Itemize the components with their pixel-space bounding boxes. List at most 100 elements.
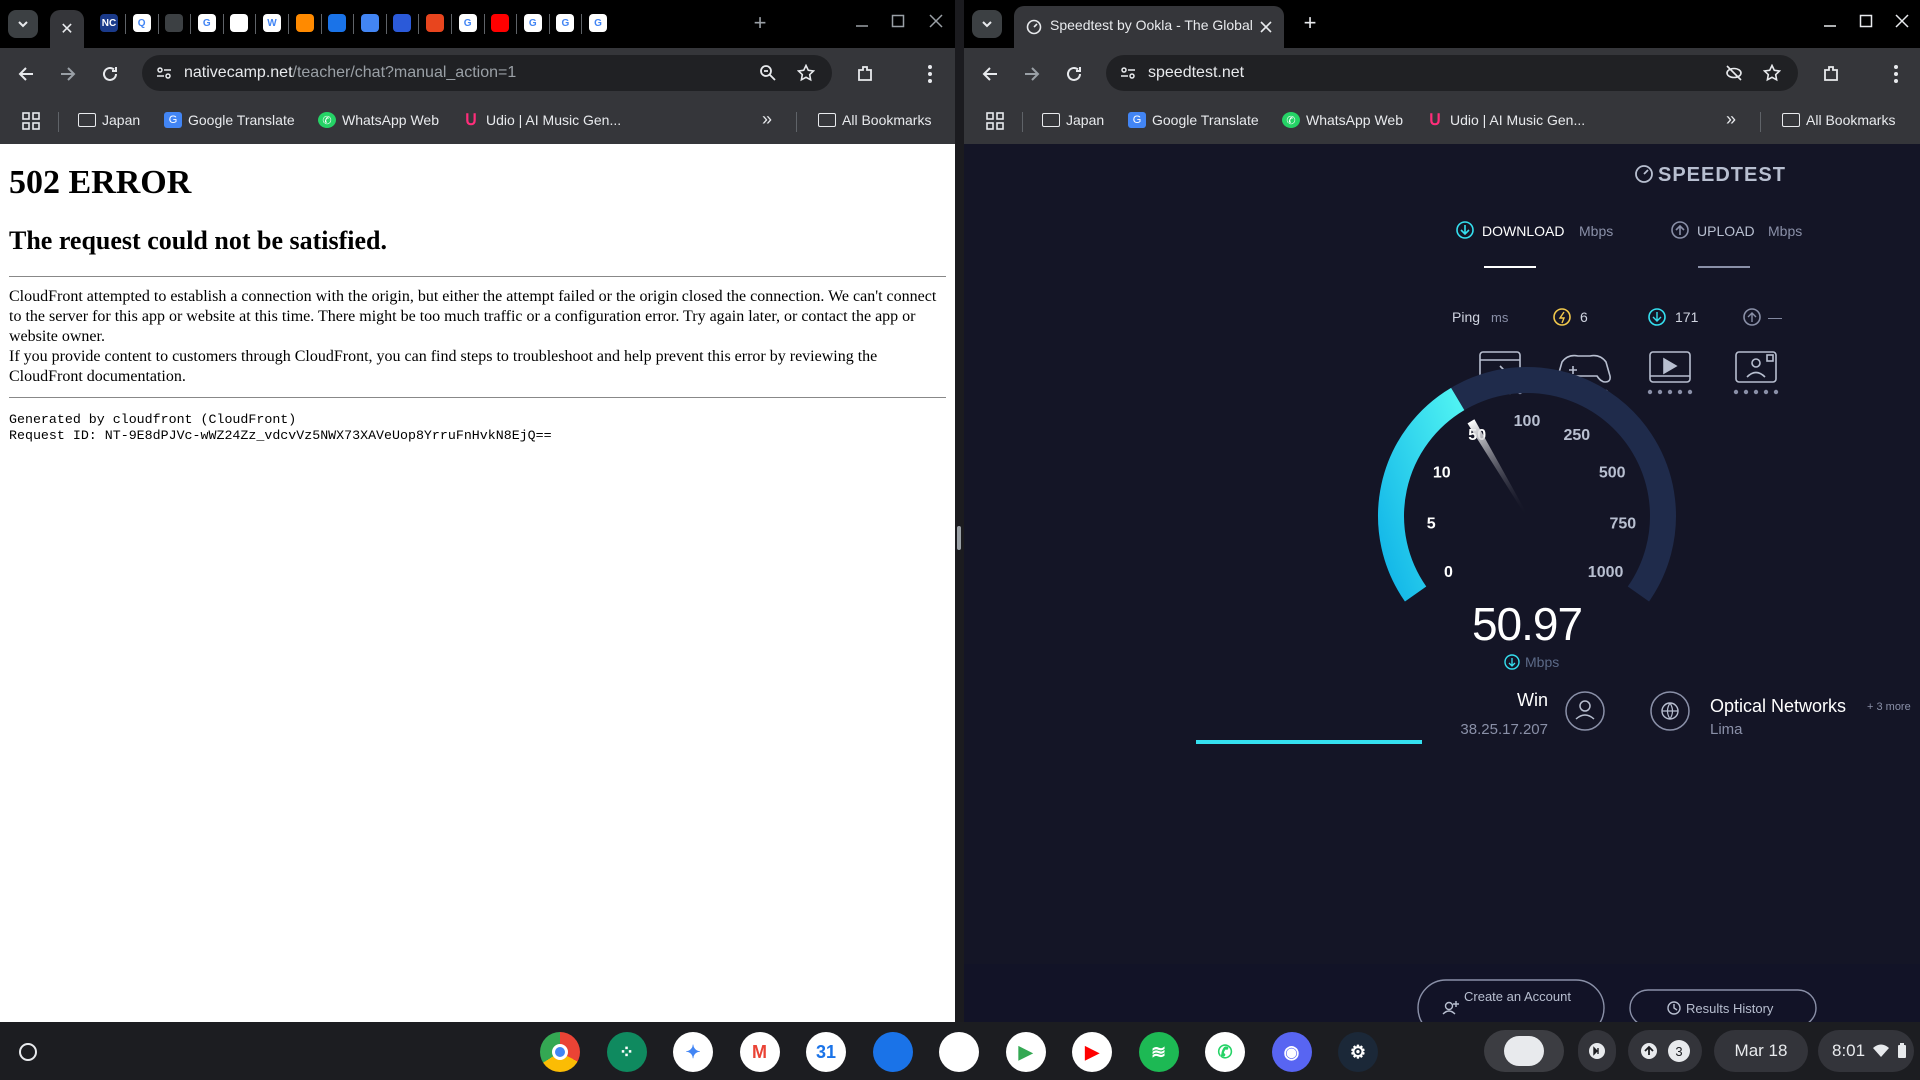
discord-app-icon[interactable]: ◉ (1271, 1032, 1312, 1072)
server-more[interactable]: + 3 more (1867, 701, 1911, 713)
close-icon[interactable] (1260, 21, 1272, 33)
tab-stack[interactable] (294, 12, 316, 34)
drag-handle[interactable] (957, 526, 961, 550)
apps-grid-icon (22, 112, 40, 130)
bookmark-udio[interactable]: ᑌ Udio | AI Music Gen... (1426, 112, 1585, 129)
tab-google-4[interactable]: G (554, 12, 576, 34)
gmail-app-icon[interactable]: M (739, 1032, 780, 1072)
whatsapp-app-icon[interactable]: ✆ (1205, 1032, 1245, 1072)
launcher-circle-icon (19, 1043, 37, 1061)
messages-app-icon[interactable] (939, 1032, 979, 1072)
bookmark-udio[interactable]: ᑌ Udio | AI Music Gen... (462, 112, 621, 129)
forward-button[interactable] (54, 60, 82, 88)
download-header[interactable]: DOWNLOAD Mbps (1456, 221, 1613, 268)
back-button[interactable] (976, 60, 1004, 88)
close-icon (929, 14, 943, 28)
tab-google-3[interactable]: G (522, 12, 544, 34)
forward-button[interactable] (1018, 60, 1046, 88)
reload-button[interactable] (1060, 60, 1088, 88)
all-bookmarks-button[interactable]: All Bookmarks (818, 112, 931, 128)
tab-youtube[interactable] (489, 12, 511, 34)
close-icon[interactable]: ✕ (60, 19, 73, 39)
active-tab-speedtest[interactable]: Speedtest by Ookla - The Global (1014, 6, 1284, 48)
chevron-down-icon (982, 21, 992, 28)
server-name[interactable]: Optical Networks (1710, 696, 1846, 716)
steam-app-icon[interactable]: ⚙ (1338, 1032, 1378, 1072)
zoom-icon[interactable] (756, 61, 780, 85)
bookmark-star-icon[interactable] (794, 61, 818, 85)
gauge-tick-10: 10 (1433, 465, 1451, 482)
tab-cube[interactable] (359, 12, 381, 34)
new-tab-button[interactable]: + (748, 10, 772, 36)
play-store-app-icon[interactable]: ▶ (1005, 1032, 1046, 1072)
back-button[interactable] (12, 60, 40, 88)
all-bookmarks-button[interactable]: All Bookmarks (1782, 112, 1895, 128)
more-bookmarks-button[interactable]: » (762, 109, 772, 130)
apps-shortcut[interactable] (986, 112, 1004, 130)
bookmark-google-translate[interactable]: G Google Translate (1128, 112, 1259, 128)
bookmark-whatsapp-web[interactable]: ✆ WhatsApp Web (1282, 112, 1403, 128)
maximize-button[interactable] (1854, 12, 1878, 33)
tab-google-2[interactable]: G (457, 12, 479, 34)
tab-q-app[interactable]: Q (131, 12, 153, 34)
bookmark-separator (1760, 112, 1761, 132)
shelf: ⁘ ✦ M 31 ▶ ▶ ≋ ✆ ◉ ⚙ 3 Mar 18 8:01 (0, 1022, 1920, 1080)
bookmark-google-translate[interactable]: G Google Translate (164, 112, 295, 128)
menu-button[interactable] (1882, 60, 1910, 88)
tab-google-1[interactable]: G (196, 12, 218, 34)
bookmark-star-icon[interactable] (1760, 61, 1784, 85)
menu-button[interactable] (916, 60, 944, 88)
calendar-app-icon[interactable]: 31 (806, 1032, 846, 1072)
tab-planet[interactable] (391, 12, 413, 34)
tab-ramen[interactable] (424, 12, 446, 34)
server-button[interactable] (1650, 691, 1690, 731)
tab-nativecamp[interactable]: NC (98, 12, 120, 34)
files-app-icon[interactable] (872, 1032, 913, 1072)
reload-button[interactable] (96, 60, 124, 88)
bookmark-japan[interactable]: Japan (1042, 112, 1104, 128)
address-bar[interactable]: nativecamp.net/teacher/chat?manual_actio… (142, 55, 832, 91)
more-bookmarks-button[interactable]: » (1726, 109, 1736, 130)
gemini-app-icon[interactable]: ✦ (673, 1032, 713, 1072)
new-tab-button[interactable]: + (1298, 10, 1322, 36)
maximize-button[interactable] (886, 12, 910, 33)
google-translate-icon: G (164, 112, 182, 128)
user-button[interactable] (1565, 691, 1605, 731)
youtube-app-icon[interactable]: ▶ (1072, 1032, 1112, 1072)
tab-wikipedia[interactable]: W (261, 12, 283, 34)
holding-space-tray[interactable] (1484, 1030, 1564, 1072)
date-display[interactable]: Mar 18 (1714, 1030, 1808, 1072)
close-window-button[interactable] (1890, 12, 1914, 33)
apps-grid-icon (986, 112, 1004, 130)
split-view-divider[interactable] (955, 0, 964, 1022)
close-window-button[interactable] (924, 12, 948, 33)
active-tab[interactable]: ✕ (50, 10, 84, 48)
tab-waveform[interactable] (163, 12, 185, 34)
site-settings-icon[interactable] (152, 61, 176, 85)
bookmark-japan[interactable]: Japan (78, 112, 140, 128)
site-settings-icon[interactable] (1116, 61, 1140, 85)
extensions-button[interactable] (1818, 60, 1846, 88)
tab-google-5[interactable]: G (587, 12, 609, 34)
eye-off-icon[interactable] (1722, 61, 1746, 85)
tab-blue-doc[interactable] (326, 12, 348, 34)
launcher-button[interactable] (8, 1032, 48, 1072)
address-bar[interactable]: speedtest.net (1106, 55, 1798, 91)
status-area[interactable]: 8:01 (1818, 1030, 1914, 1072)
spotify-app-icon[interactable]: ≋ (1138, 1032, 1179, 1072)
upload-header[interactable]: UPLOAD Mbps (1671, 221, 1802, 268)
chrome-app-icon[interactable] (540, 1032, 580, 1072)
tab-search-button[interactable] (972, 10, 1002, 38)
tab-chatgpt[interactable] (228, 12, 250, 34)
arrow-left-icon (18, 67, 33, 81)
notification-tray[interactable]: 3 (1628, 1030, 1702, 1072)
media-controls-button[interactable] (1578, 1030, 1616, 1072)
extensions-button[interactable] (852, 60, 880, 88)
tab-search-button[interactable] (8, 10, 38, 38)
bookmark-whatsapp-web[interactable]: ✆ WhatsApp Web (318, 112, 439, 128)
launcher-apps-app-icon[interactable]: ⁘ (606, 1032, 647, 1072)
minimize-button[interactable] (850, 12, 874, 33)
minimize-button[interactable] (1818, 12, 1842, 33)
apps-shortcut[interactable] (22, 112, 40, 130)
rating-dot (1657, 389, 1663, 395)
